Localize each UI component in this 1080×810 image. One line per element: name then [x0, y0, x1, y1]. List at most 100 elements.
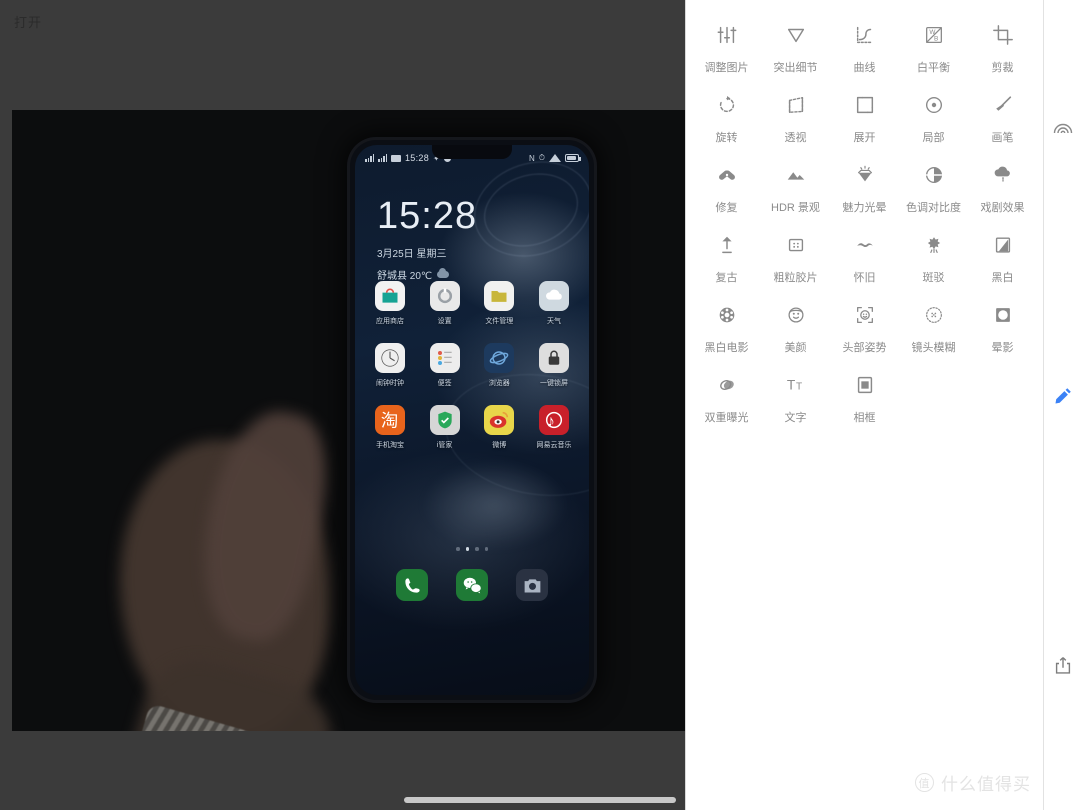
settings-icon [429, 281, 460, 311]
tool-label: 双重曝光 [704, 412, 749, 424]
tool-perspective[interactable]: 透视 [761, 80, 830, 150]
tool-triangle-down[interactable]: 突出细节 [761, 10, 830, 80]
app-label: 设置 [437, 318, 452, 325]
horizontal-scrollbar[interactable] [404, 797, 676, 803]
drama-icon [992, 160, 1014, 190]
tool-sliders[interactable]: 调整图片 [692, 10, 761, 80]
svg-text:B: B [934, 36, 938, 43]
tool-grainy-film[interactable]: 粗粒胶片 [761, 220, 830, 290]
tool-head-pose[interactable]: 头部姿势 [830, 290, 899, 360]
tool-label: 曲线 [853, 62, 876, 74]
tool-vignette[interactable]: 晕影 [968, 290, 1037, 360]
tool-healing[interactable]: 修复 [692, 150, 761, 220]
taobao-icon: 淘 [375, 405, 405, 435]
tool-label: 修复 [715, 202, 738, 214]
healing-icon [716, 160, 738, 190]
app-label: i管家 [436, 442, 453, 449]
home-screen-dock [355, 569, 589, 601]
app-label: 便签 [437, 380, 452, 387]
double-exposure-icon [716, 370, 738, 400]
lens-blur-icon [923, 300, 945, 330]
tool-expand[interactable]: 展开 [830, 80, 899, 150]
tool-label: 剪裁 [991, 62, 1014, 74]
tool-label: 戏剧效果 [980, 202, 1025, 214]
triangle-down-icon [785, 20, 807, 50]
tool-tonal-contrast[interactable]: 色调对比度 [899, 150, 968, 220]
tool-noir[interactable]: 黑白电影 [692, 290, 761, 360]
retrolux-icon [854, 230, 876, 260]
phone-screen: 15:28 ✦ N ⏱ 15:28 3月25日 星期三 舒城县 20℃ 应用商店… [355, 145, 589, 695]
tool-grunge[interactable]: 斑驳 [899, 220, 968, 290]
image-viewer: 打开 15:28 ✦ N ⏱ 15:28 3月25日 星期三 舒城县 20℃ 应… [0, 0, 685, 810]
sim-card-icon [391, 154, 401, 162]
signal-bars-icon [365, 154, 374, 162]
app-label: 浏览器 [488, 380, 510, 387]
alarm-icon: ⏱ [538, 153, 545, 162]
page-dot [484, 547, 488, 551]
share-icon[interactable] [1044, 647, 1080, 684]
tool-label: 复古 [715, 272, 738, 284]
sliders-icon [716, 20, 738, 50]
lockscreen-weather: 舒城县 20℃ [377, 267, 477, 282]
tool-rotate[interactable]: 旋转 [692, 80, 761, 150]
file-manager-icon [484, 281, 515, 311]
tool-selective[interactable]: 局部 [899, 80, 968, 150]
page-dot [456, 547, 460, 551]
tool-face-enhance[interactable]: 美颜 [761, 290, 830, 360]
app-notes: 便签 [422, 343, 468, 388]
app-label: 文件管理 [485, 318, 514, 325]
phone-icon [396, 569, 428, 601]
app-weather: 天气 [531, 281, 577, 326]
tool-crop[interactable]: 剪裁 [968, 10, 1037, 80]
app-lock: 一键锁屏 [531, 343, 577, 388]
app-appstore: 应用商店 [367, 281, 413, 326]
white-balance-icon: WB [923, 20, 945, 50]
tool-double-exposure[interactable]: 双重曝光 [692, 360, 761, 430]
tool-black-white[interactable]: 黑白 [968, 220, 1037, 290]
looks-rainbow-icon[interactable] [1044, 108, 1080, 145]
tool-vintage[interactable]: 复古 [692, 220, 761, 290]
edit-pencil-icon[interactable] [1044, 377, 1080, 414]
wechat-icon [456, 569, 488, 601]
tool-label: 突出细节 [773, 62, 818, 74]
noir-icon [716, 300, 738, 330]
tool-label: 美颜 [784, 342, 807, 354]
tool-brush[interactable]: 画笔 [968, 80, 1037, 150]
tool-label: 透视 [784, 132, 807, 144]
tool-label: 头部姿势 [842, 342, 887, 354]
svg-text:T: T [796, 382, 802, 393]
tonal-contrast-icon [923, 160, 945, 190]
face-enhance-icon [785, 300, 807, 330]
brush-icon [992, 90, 1014, 120]
lockscreen-clock-widget: 15:28 3月25日 星期三 舒城县 20℃ [377, 197, 477, 282]
tool-lens-blur[interactable]: 镜头模糊 [899, 290, 968, 360]
photo-canvas[interactable]: 15:28 ✦ N ⏱ 15:28 3月25日 星期三 舒城县 20℃ 应用商店… [12, 110, 685, 731]
camera-icon [516, 569, 548, 601]
app-weibo: 微博 [476, 405, 522, 450]
tool-label: 粗粒胶片 [773, 272, 818, 284]
page-dot [475, 547, 479, 551]
tool-white-balance[interactable]: W B 白平衡 [899, 10, 968, 80]
lock-icon [538, 343, 569, 373]
app-clock: 闹钟时钟 [367, 343, 413, 388]
tool-hdr-landscape[interactable]: HDR 景观 [761, 150, 830, 220]
tool-label: 展开 [853, 132, 876, 144]
tool-drama[interactable]: 戏剧效果 [968, 150, 1037, 220]
selective-icon [923, 90, 945, 120]
photographed-phone: 15:28 ✦ N ⏱ 15:28 3月25日 星期三 舒城县 20℃ 应用商店… [350, 140, 594, 700]
app-row: 淘手机淘宝 i管家 微博 ♪ 网易云音乐 [367, 405, 577, 450]
weibo-icon [484, 405, 515, 435]
open-label[interactable]: 打开 [14, 12, 42, 31]
home-screen-app-grid: 应用商店 设置 文件管理 天气 闹钟时钟 便签 浏览器 一键锁屏淘手机淘宝 i管家 微博 ♪ 网易云音… [367, 281, 577, 467]
svg-text:淘: 淘 [381, 410, 398, 430]
tool-text[interactable]: T T 文字 [761, 360, 830, 430]
tool-glamour-glow[interactable]: 魅力光晕 [830, 150, 899, 220]
tool-label: 魅力光晕 [842, 202, 887, 214]
tool-curves[interactable]: 曲线 [830, 10, 899, 80]
tool-retrolux[interactable]: 怀旧 [830, 220, 899, 290]
app-settings: 设置 [422, 281, 468, 326]
tool-frames[interactable]: 相框 [830, 360, 899, 430]
wifi-icon [549, 154, 561, 162]
app-browser: 浏览器 [476, 343, 522, 388]
notes-icon [429, 343, 460, 373]
